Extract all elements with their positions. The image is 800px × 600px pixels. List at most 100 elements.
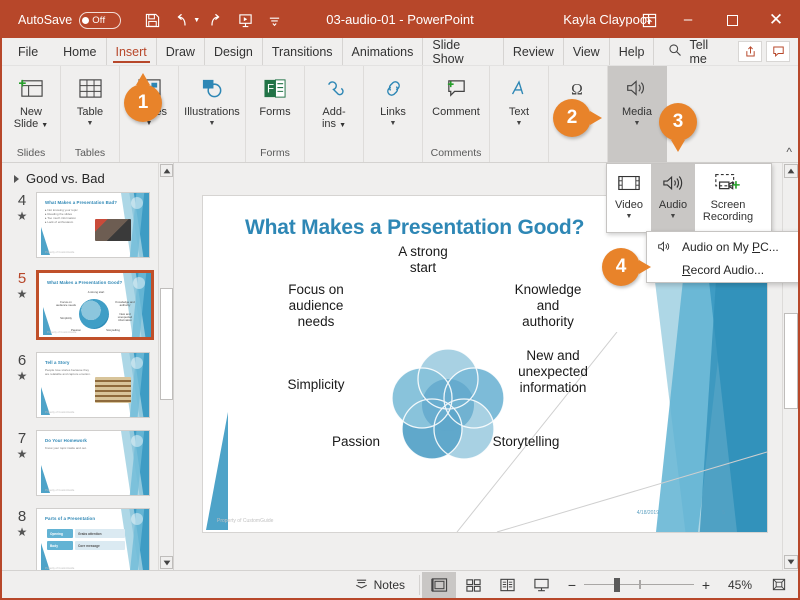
media-caret-icon[interactable]: ▼ bbox=[634, 119, 641, 128]
table-caret-icon[interactable]: ▼ bbox=[87, 119, 94, 128]
thumbnail-slide-7[interactable]: 7 ★ Do Your Homework Know your topic ins… bbox=[2, 430, 173, 496]
reading-view-button[interactable] bbox=[490, 572, 524, 598]
thumbnail-panel-scrollbar[interactable] bbox=[158, 163, 173, 570]
comments-icon[interactable] bbox=[766, 41, 790, 62]
thumbnail-bullets: People love stories because they are rela… bbox=[45, 368, 91, 376]
undo-icon[interactable] bbox=[168, 7, 194, 33]
animation-star-icon[interactable]: ★ bbox=[8, 447, 36, 461]
slide-area-scrollbar[interactable] bbox=[782, 163, 798, 570]
tab-file[interactable]: File bbox=[2, 38, 54, 65]
fit-to-window-button[interactable] bbox=[766, 574, 792, 596]
save-icon[interactable] bbox=[139, 7, 165, 33]
comment-button[interactable]: Comment bbox=[425, 70, 487, 118]
animation-star-icon[interactable]: ★ bbox=[8, 209, 36, 223]
media-button[interactable]: Media ▼ bbox=[610, 70, 664, 128]
table-button[interactable]: Table ▼ bbox=[63, 70, 117, 128]
tab-home[interactable]: Home bbox=[54, 38, 107, 65]
section-collapse-icon[interactable] bbox=[14, 174, 19, 183]
slideshow-view-button[interactable] bbox=[524, 572, 558, 598]
thumbnail-meta: 8 ★ bbox=[8, 508, 36, 539]
scroll-down-icon[interactable] bbox=[160, 556, 173, 569]
text-caret-icon[interactable]: ▼ bbox=[516, 119, 523, 128]
text-button[interactable]: Text ▼ bbox=[492, 70, 546, 128]
tab-animations[interactable]: Animations bbox=[343, 38, 424, 65]
tell-me-search[interactable]: Tell me bbox=[654, 38, 738, 66]
scroll-up-icon[interactable] bbox=[160, 164, 173, 177]
tab-design[interactable]: Design bbox=[205, 38, 263, 65]
autosave-toggle[interactable]: Off bbox=[79, 11, 122, 29]
minimize-button[interactable]: – bbox=[666, 2, 710, 38]
scroll-up-icon[interactable] bbox=[784, 164, 798, 178]
callout-number: 4 bbox=[615, 256, 627, 277]
start-slideshow-icon[interactable] bbox=[232, 7, 258, 33]
tab-slide-show[interactable]: Slide Show bbox=[423, 38, 504, 66]
callout-marker-3: 3 bbox=[659, 103, 697, 152]
autosave-control[interactable]: AutoSave Off bbox=[18, 11, 122, 29]
normal-view-button[interactable] bbox=[422, 571, 456, 598]
animation-star-icon[interactable]: ★ bbox=[8, 287, 36, 301]
zoom-slider[interactable] bbox=[584, 577, 694, 592]
section-header-good-vs-bad[interactable]: Good vs. Bad bbox=[2, 163, 173, 192]
animation-star-icon[interactable]: ★ bbox=[8, 369, 36, 383]
slide-thumbnail-panel[interactable]: Good vs. Bad 4 ★ What Makes a Presentati… bbox=[2, 163, 174, 570]
collapse-ribbon-icon[interactable]: ^ bbox=[786, 145, 792, 159]
zoom-slider-handle[interactable] bbox=[614, 577, 620, 592]
menu-item-video-label: Video bbox=[615, 199, 643, 211]
submenu-item-record-audio[interactable]: Record Audio... bbox=[647, 258, 798, 281]
notes-button[interactable]: Notes bbox=[343, 571, 417, 598]
redo-icon[interactable] bbox=[203, 7, 229, 33]
forms-button[interactable]: F Forms bbox=[248, 70, 302, 118]
scrollbar-thumb[interactable] bbox=[160, 288, 173, 400]
menu-item-audio[interactable]: Audio ▼ bbox=[651, 164, 695, 232]
ribbon-group-addins: Add-ins ▼ bbox=[305, 66, 364, 162]
scroll-down-icon[interactable] bbox=[784, 555, 798, 569]
illustrations-caret-icon[interactable]: ▼ bbox=[209, 119, 216, 128]
animation-star-icon[interactable]: ★ bbox=[8, 525, 36, 539]
addins-button[interactable]: Add-ins ▼ bbox=[307, 70, 361, 132]
thumbnail-slide-8[interactable]: 8 ★ Parts of a Presentation Opening Grab… bbox=[2, 508, 173, 570]
tab-help[interactable]: Help bbox=[610, 38, 655, 65]
scrollbar-thumb[interactable] bbox=[784, 313, 798, 409]
zoom-in-button[interactable]: + bbox=[700, 577, 712, 593]
tab-view[interactable]: View bbox=[564, 38, 610, 65]
thumbnail-slide-5[interactable]: 5 ★ What Makes a Presentation Good? A st… bbox=[2, 270, 173, 340]
tab-review[interactable]: Review bbox=[504, 38, 564, 65]
ribbon-display-options-icon[interactable] bbox=[632, 2, 666, 38]
undo-dropdown-caret[interactable]: ▼ bbox=[193, 17, 200, 24]
new-slide-button[interactable]: New Slide ▼ bbox=[4, 70, 58, 132]
ribbon-group-illustrations: Illustrations ▼ bbox=[179, 66, 246, 162]
comment-label: Comment bbox=[432, 106, 480, 118]
thumbnail-title: Do Your Homework bbox=[45, 438, 87, 443]
thumb-art-circle bbox=[131, 357, 143, 369]
menu-item-screen-recording[interactable]: Screen Recording bbox=[695, 164, 761, 232]
tab-draw[interactable]: Draw bbox=[157, 38, 205, 65]
illustrations-button[interactable]: Illustrations ▼ bbox=[181, 70, 243, 128]
close-button[interactable]: ✕ bbox=[754, 2, 798, 38]
thumbnail-slide-4[interactable]: 4 ★ What Makes a Presentation Bad? ▸ Not… bbox=[2, 192, 173, 258]
slide-sorter-view-button[interactable] bbox=[456, 572, 490, 598]
maximize-button[interactable] bbox=[710, 2, 754, 38]
tab-transitions[interactable]: Transitions bbox=[263, 38, 343, 65]
thumbnail-slide-6[interactable]: 6 ★ Tell a Story People love stories bec… bbox=[2, 352, 173, 418]
text-icon bbox=[503, 73, 535, 103]
thumb-diagram-label: Knowledge and authority bbox=[115, 300, 135, 308]
audio-caret-icon[interactable]: ▼ bbox=[670, 213, 677, 220]
customize-qat-icon[interactable] bbox=[261, 7, 287, 33]
links-button[interactable]: Links ▼ bbox=[366, 70, 420, 128]
share-icon[interactable] bbox=[738, 41, 762, 62]
tab-insert[interactable]: Insert bbox=[107, 38, 157, 65]
thumb-diagram-label: Storytelling bbox=[106, 328, 120, 332]
addins-label: Add-ins ▼ bbox=[321, 106, 347, 130]
slide-page-number: 5 bbox=[722, 510, 725, 516]
menu-item-video[interactable]: Video ▼ bbox=[607, 164, 651, 232]
submenu-item-audio-on-my-pc[interactable]: Audio on My PC... bbox=[647, 235, 798, 258]
diagram-label-knowledge-and-authority: Knowledge and authority bbox=[514, 282, 582, 329]
zoom-out-button[interactable]: − bbox=[566, 577, 578, 593]
zoom-control[interactable]: − + 45% bbox=[558, 577, 760, 593]
zoom-level-label[interactable]: 45% bbox=[718, 578, 752, 592]
ribbon-group-label-forms: Forms bbox=[260, 147, 290, 159]
links-caret-icon[interactable]: ▼ bbox=[390, 119, 397, 128]
callout-marker-2: 2 bbox=[553, 99, 602, 137]
thumbnail-image: Tell a Story People love stories because… bbox=[36, 352, 150, 418]
video-caret-icon[interactable]: ▼ bbox=[626, 213, 633, 220]
